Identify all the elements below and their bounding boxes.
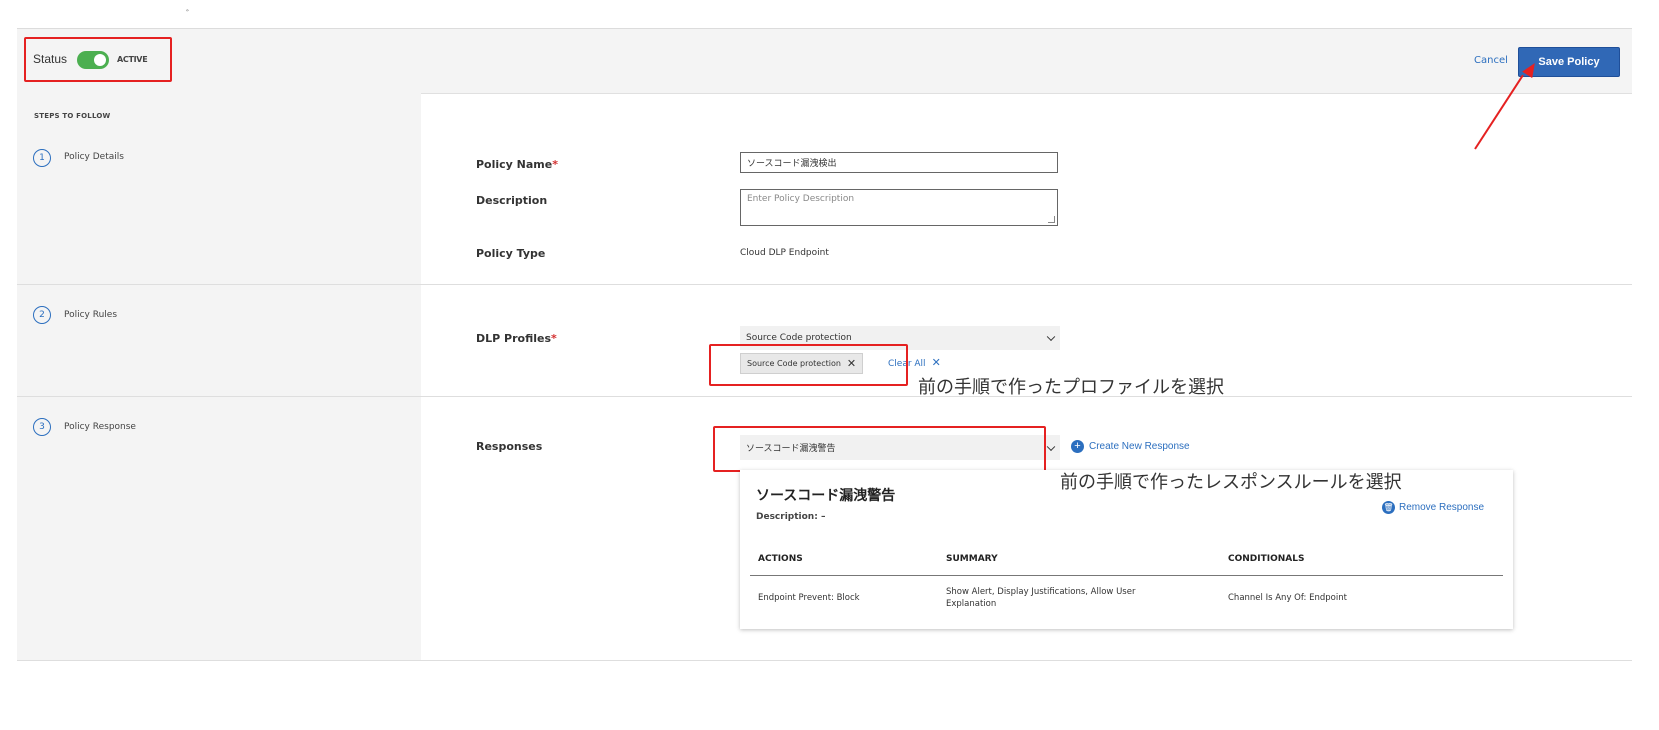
- resize-handle[interactable]: [1048, 216, 1055, 223]
- create-new-response-label: Create New Response: [1089, 441, 1190, 452]
- close-icon: ✕: [931, 356, 941, 369]
- policy-name-label: Policy Name*: [476, 158, 558, 171]
- section-divider: [17, 284, 1632, 285]
- chevron-down-icon: [1046, 442, 1056, 451]
- row-actions-cell: Endpoint Prevent: Block: [758, 593, 860, 603]
- column-header-conditionals: CONDITIONALS: [1228, 554, 1305, 564]
- remove-response-link[interactable]: 🗑 Remove Response: [1382, 501, 1484, 514]
- annotation-box-response: [713, 426, 1046, 472]
- steps-title: STEPS TO FOLLOW: [34, 112, 111, 120]
- table-header-divider: [750, 575, 1503, 576]
- row-conditionals-cell: Channel Is Any Of: Endpoint: [1228, 593, 1347, 603]
- step-2-number: 2: [33, 306, 51, 324]
- remove-response-label: Remove Response: [1399, 502, 1485, 513]
- description-placeholder: Enter Policy Description: [747, 194, 855, 204]
- column-header-summary: SUMMARY: [946, 554, 998, 564]
- step-1-number: 1: [33, 149, 51, 167]
- column-header-actions: ACTIONS: [758, 554, 803, 564]
- annotation-response-note: 前の手順で作ったレスポンスルールを選択: [1060, 472, 1402, 493]
- response-card-description: Description: –: [756, 512, 826, 522]
- policy-header-bar: [17, 28, 1632, 94]
- steps-sidebar: [17, 93, 421, 660]
- annotation-profile-note: 前の手順で作ったプロファイルを選択: [918, 377, 1224, 398]
- description-label: Description: [476, 194, 548, 207]
- responses-label: Responses: [476, 440, 543, 453]
- trash-icon: 🗑: [1382, 501, 1395, 514]
- policy-type-label: Policy Type: [476, 247, 546, 260]
- dlp-profiles-label: DLP Profiles*: [476, 332, 557, 345]
- cancel-link[interactable]: Cancel: [1474, 55, 1508, 66]
- section-divider: [17, 396, 1632, 397]
- policy-type-value: Cloud DLP Endpoint: [740, 248, 829, 258]
- dlp-profiles-selected: Source Code protection: [746, 333, 852, 343]
- step-3-label[interactable]: Policy Response: [64, 422, 136, 432]
- create-new-response-link[interactable]: + Create New Response: [1071, 440, 1190, 453]
- step-2-label[interactable]: Policy Rules: [64, 310, 117, 320]
- response-card-title: ソースコード漏洩警告: [756, 488, 896, 504]
- annotation-box-profile: [709, 344, 908, 386]
- step-1-label[interactable]: Policy Details: [64, 152, 124, 162]
- top-fragment-text: ﾞ: [186, 10, 191, 21]
- annotation-box-status: [24, 37, 172, 82]
- step-3-number: 3: [33, 418, 51, 436]
- description-textarea[interactable]: Enter Policy Description: [740, 189, 1058, 226]
- plus-icon: +: [1071, 440, 1084, 453]
- section-divider: [17, 660, 1632, 661]
- row-summary-cell: Show Alert, Display Justifications, Allo…: [946, 587, 1136, 609]
- policy-name-input[interactable]: ソースコード漏洩検出: [740, 152, 1058, 173]
- chevron-down-icon: [1046, 332, 1056, 342]
